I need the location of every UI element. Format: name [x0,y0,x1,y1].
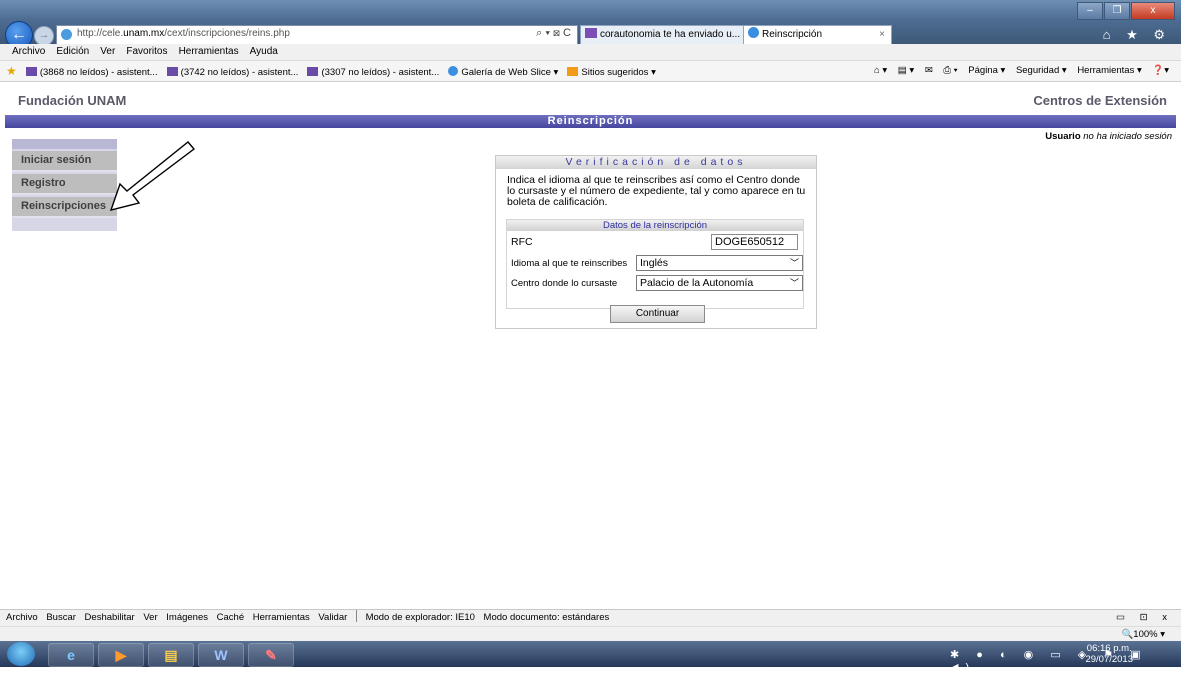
favorite-link[interactable]: (3307 no leídos) - asistent... [307,63,439,83]
dev-herramientas[interactable]: Herramientas [253,610,310,626]
dev-archivo[interactable]: Archivo [6,610,38,626]
minimize-button[interactable]: – [1077,2,1103,20]
chevron-down-icon: ﹀ [789,278,799,288]
site-title-left: Fundación UNAM [18,93,127,108]
idioma-select[interactable]: Inglés ﹀ [636,255,803,271]
close-window-button[interactable]: x [1131,2,1175,20]
windows-taskbar: e ▶ ▤ W ✎ ✱ ● ◐ ◉ ▭ ◈ ⚑ ▣ ◀) 06:16 p.m. 2… [0,641,1181,674]
dev-ver[interactable]: Ver [143,610,157,626]
rfc-field[interactable]: DOGE650512 [711,234,798,250]
browser-mode[interactable]: Modo de explorador: IE10 [366,610,475,626]
address-bar[interactable]: http://cele.unam.mx/cext/inscripciones/r… [56,25,578,45]
chevron-down-icon: ﹀ [789,258,799,268]
favorites-bar: ★ (3868 no leídos) - asistent... (3742 n… [0,61,1181,82]
divider [355,610,357,622]
status-bar: 🔍100% ▾ [0,626,1181,642]
ie-taskbar-icon[interactable]: e [48,643,94,667]
ie-page-icon [61,29,72,40]
sidebar-item-iniciar-sesion[interactable]: Iniciar sesión [12,151,117,172]
favorite-link[interactable]: Sitios sugeridos ▾ [567,63,656,83]
mail-command[interactable]: ✉ [925,65,933,76]
menu-herramientas[interactable]: Herramientas [179,44,239,60]
idioma-label: Idioma al que te reinscribes [511,258,628,269]
section-title: Datos de la reinscripción [507,220,803,231]
paint-icon[interactable]: ✎ [248,643,294,667]
continue-button[interactable]: Continuar [610,305,705,323]
media-player-icon[interactable]: ▶ [98,643,144,667]
home-favorites-settings-icons[interactable]: ⌂ ★ ⚙ [1103,27,1171,43]
address-tools[interactable]: ⌕ ▾ ⊠ C [536,27,571,40]
maximize-button[interactable]: ❐ [1104,2,1130,20]
panel-title: Verificación de datos [496,156,816,169]
centro-label: Centro donde lo cursaste [511,278,618,289]
devbar-controls[interactable]: ▭ ⊡ x [1116,610,1173,626]
ie-icon [748,27,759,38]
sidebar-menu: Iniciar sesión Registro Reinscripciones [12,139,117,231]
menu-ver[interactable]: Ver [100,44,115,60]
feeds-command[interactable]: ▤ ▾ [898,65,914,76]
page-command[interactable]: Página ▾ [968,65,1005,76]
clock[interactable]: 06:16 p.m. 29/07/2013 [1085,643,1133,665]
print-command[interactable]: ⎙ ▾ [943,65,957,76]
forward-button[interactable]: → [34,26,54,46]
start-button[interactable] [7,642,35,666]
command-bar: ⌂ ▾ ▤ ▾ ✉ ⎙ ▾ Página ▾ Seguridad ▾ Herra… [866,61,1169,81]
ie-icon [448,66,459,76]
favorite-link[interactable]: (3868 no leídos) - asistent... [25,63,158,83]
tab-mail[interactable]: corautonomia te ha enviado u... [580,25,745,45]
sidebar-item-registro[interactable]: Registro [12,174,117,195]
reinscription-data-section: Datos de la reinscripción RFC DOGE650512… [506,219,804,309]
dev-cache[interactable]: Caché [217,610,244,626]
tab-reinscripcion[interactable]: Reinscripción × [743,25,892,45]
dev-buscar[interactable]: Buscar [46,610,76,626]
browser-titlebar: ← → http://cele.unam.mx/cext/inscripcion… [0,0,1181,49]
mail-icon [25,67,37,76]
home-command[interactable]: ⌂ ▾ [874,65,887,76]
close-tab-icon[interactable]: × [879,26,885,44]
dev-imagenes[interactable]: Imágenes [166,610,208,626]
file-explorer-icon[interactable]: ▤ [148,643,194,667]
sidebar-item-reinscripciones[interactable]: Reinscripciones [12,197,117,218]
help-command[interactable]: ❓▾ [1152,65,1169,76]
favorites-star-icon[interactable]: ★ [6,61,17,81]
mail-icon [166,67,178,76]
menu-ayuda[interactable]: Ayuda [250,44,278,60]
pointer-arrow-annotation [109,141,195,211]
address-url: http://cele.unam.mx/cext/inscripciones/r… [77,28,290,39]
dev-validar[interactable]: Validar [318,610,347,626]
menu-favoritos[interactable]: Favoritos [126,44,167,60]
menu-edicion[interactable]: Edición [56,44,89,60]
tools-command[interactable]: Herramientas ▾ [1077,65,1141,76]
site-title-right: Centros de Extensión [1033,93,1167,108]
favorite-link[interactable]: (3742 no leídos) - asistent... [166,63,298,83]
verification-panel: Verificación de datos Indica el idioma a… [495,155,817,329]
centro-select[interactable]: Palacio de la Autonomía ﹀ [636,275,803,291]
word-icon[interactable]: W [198,643,244,667]
developer-tools-bar: Archivo Buscar Deshabilitar Ver Imágenes… [0,609,1181,626]
instructions-text: Indica el idioma al que te reinscribes a… [507,174,806,208]
sidebar-top [12,139,117,149]
window-buttons: – ❐ x [1076,2,1175,20]
mail-icon [585,28,597,38]
page-title-bar: Reinscripción [5,115,1176,128]
suggested-sites-icon [567,67,579,76]
rfc-label: RFC [511,236,533,248]
mail-icon [307,67,319,76]
document-mode[interactable]: Modo documento: estándares [484,610,610,626]
security-command[interactable]: Seguridad ▾ [1016,65,1067,76]
zoom-control[interactable]: 🔍100% ▾ [1121,627,1165,642]
user-status: Usuario no ha iniciado sesión [1045,131,1172,142]
favorite-link[interactable]: Galería de Web Slice ▾ [448,63,558,83]
menu-archivo[interactable]: Archivo [12,44,45,60]
menu-bar: Archivo Edición Ver Favoritos Herramient… [0,44,1181,61]
dev-deshabilitar[interactable]: Deshabilitar [85,610,135,626]
system-tray-icons[interactable]: ✱ ● ◐ ◉ ▭ ◈ ⚑ ▣ ◀) [950,648,1181,674]
